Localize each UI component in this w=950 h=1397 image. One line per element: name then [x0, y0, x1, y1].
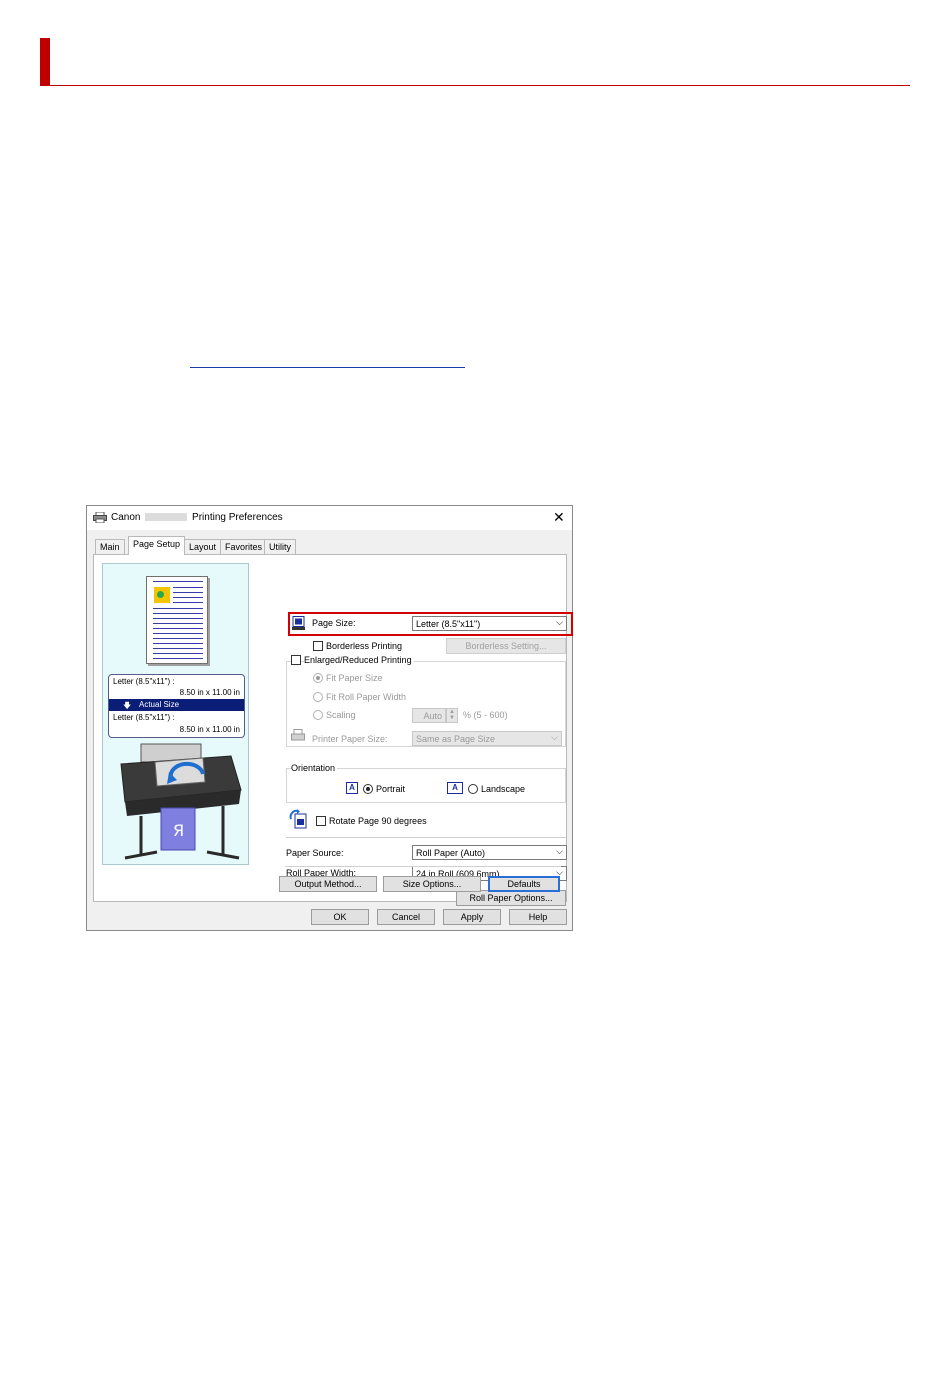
printer-paper-size-select[interactable]: Same as Page Size ⌵ — [412, 731, 562, 746]
page-size-select[interactable]: Letter (8.5"x11") ⌵ — [412, 616, 567, 631]
scaling-input[interactable]: Auto — [412, 708, 446, 723]
svg-text:Я: Я — [173, 821, 184, 840]
output-method-button[interactable]: Output Method... — [279, 876, 377, 892]
fit-paper-size-radio[interactable] — [313, 673, 323, 683]
scaling-range: % (5 - 600) — [463, 710, 508, 720]
help-button[interactable]: Help — [509, 909, 567, 925]
portrait-label: Portrait — [376, 784, 406, 794]
preview-pane: Letter (8.5"x11") : 8.50 in x 11.00 in 🡇… — [102, 563, 249, 865]
fit-roll-width-radio[interactable] — [313, 692, 323, 702]
output-dimensions: 8.50 in x 11.00 in — [179, 725, 240, 734]
roll-paper-options-button[interactable]: Roll Paper Options... — [456, 890, 566, 906]
printer-paper-icon — [291, 729, 305, 741]
fit-roll-width-label: Fit Roll Paper Width — [326, 692, 407, 702]
size-info-box: Letter (8.5"x11") : 8.50 in x 11.00 in 🡇… — [108, 674, 245, 738]
scaling-band: 🡇 Actual Size — [109, 699, 244, 711]
image-thumbnail-icon — [154, 587, 170, 603]
divider — [286, 837, 566, 838]
page-size-info: Letter (8.5"x11") : — [113, 677, 175, 686]
output-size-info: Letter (8.5"x11") : — [113, 713, 175, 722]
section-divider — [40, 85, 910, 86]
chevron-down-icon: ⌵ — [556, 846, 563, 856]
printing-preferences-dialog: Canon Printing Preferences ✕ Main Page S… — [86, 505, 573, 931]
close-icon[interactable]: ✕ — [553, 509, 565, 525]
landscape-icon: A — [447, 782, 463, 794]
divider — [285, 866, 561, 867]
page-size-icon — [292, 616, 305, 630]
portrait-icon: A — [346, 782, 358, 794]
link-underline[interactable] — [190, 367, 465, 368]
cancel-button[interactable]: Cancel — [377, 909, 435, 925]
section-marker — [40, 38, 50, 86]
apply-button[interactable]: Apply — [443, 909, 501, 925]
page-dimensions: 8.50 in x 11.00 in — [179, 688, 240, 697]
tab-layout[interactable]: Layout — [184, 539, 222, 554]
printer-icon — [93, 512, 107, 523]
enlarged-label: Enlarged/Reduced Printing — [304, 655, 414, 665]
chevron-down-icon: ⌵ — [551, 732, 558, 742]
tab-page-setup[interactable]: Page Setup — [128, 536, 186, 555]
tab-utility[interactable]: Utility — [264, 539, 296, 554]
landscape-label: Landscape — [481, 784, 526, 794]
scaling-radio[interactable] — [313, 710, 323, 720]
orientation-label: Orientation — [291, 763, 338, 773]
borderless-setting-button[interactable]: Borderless Setting... — [446, 638, 566, 654]
size-options-button[interactable]: Size Options... — [383, 876, 481, 892]
borderless-checkbox[interactable] — [313, 641, 323, 651]
landscape-radio[interactable] — [468, 784, 478, 794]
redacted-model-name — [145, 513, 188, 522]
portrait-radio[interactable] — [363, 784, 373, 794]
printer-paper-size-label: Printer Paper Size: — [312, 734, 388, 744]
fit-paper-size-label: Fit Paper Size — [326, 673, 383, 683]
enlarged-checkbox[interactable] — [291, 655, 301, 665]
rotate-page-icon — [289, 809, 307, 829]
rotate-page-label: Rotate Page 90 degrees — [329, 816, 427, 826]
tab-favorites[interactable]: Favorites — [220, 539, 268, 554]
down-arrow-icon: 🡇 — [123, 701, 132, 710]
scaling-label: Actual Size — [139, 700, 180, 709]
paper-source-select[interactable]: Roll Paper (Auto) ⌵ — [412, 845, 567, 860]
chevron-down-icon: ⌵ — [556, 617, 563, 627]
printer-illustration-icon: Я — [120, 743, 242, 860]
borderless-label: Borderless Printing — [326, 641, 403, 651]
scaling-label: Scaling — [326, 710, 356, 720]
tab-main[interactable]: Main — [95, 539, 125, 554]
scaling-spinner[interactable]: ▲ ▼ — [446, 708, 458, 723]
page-setup-panel: Letter (8.5"x11") : 8.50 in x 11.00 in 🡇… — [93, 554, 573, 906]
dialog-title: Canon Printing Preferences — [111, 512, 283, 523]
page-size-label: Page Size: — [312, 618, 356, 628]
defaults-button[interactable]: Defaults — [488, 876, 560, 892]
dialog-titlebar: Canon Printing Preferences ✕ — [87, 506, 572, 530]
rotate-page-checkbox[interactable] — [316, 816, 326, 826]
paper-preview — [146, 576, 208, 664]
paper-source-label: Paper Source: — [286, 848, 344, 858]
ok-button[interactable]: OK — [311, 909, 369, 925]
